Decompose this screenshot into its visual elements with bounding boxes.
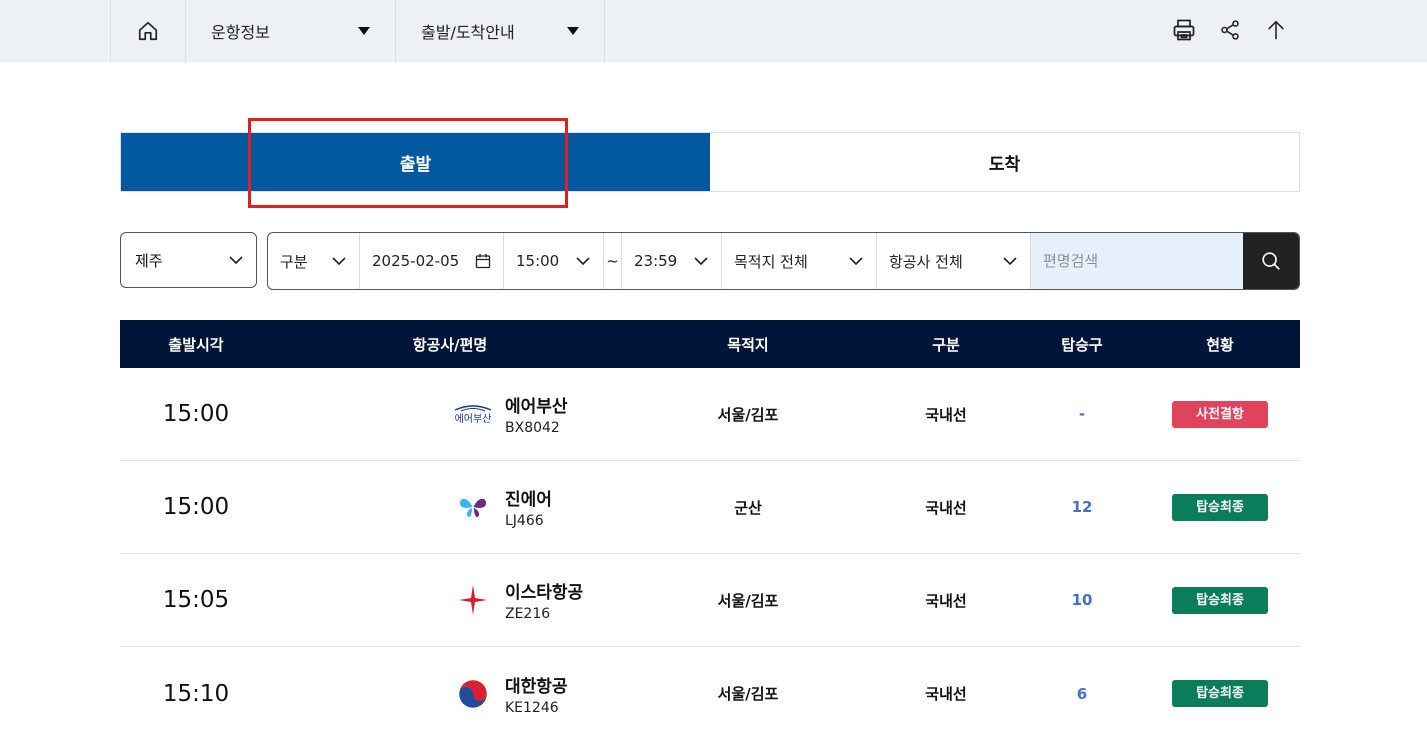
airline-name: 이스타항공 <box>505 583 584 603</box>
category-select-value: 구분 <box>280 252 308 271</box>
departure-time: 15:05 <box>162 587 230 613</box>
time-separator-text: ~ <box>606 252 619 270</box>
chevron-down-icon <box>332 257 346 266</box>
tab-arrival[interactable]: 도착 <box>710 133 1299 191</box>
airline-value: 항공사 전체 <box>889 252 963 271</box>
time-from-select[interactable]: 15:00 <box>504 233 604 289</box>
top-bar: 운항정보 출발/도착안내 <box>0 0 1427 62</box>
airport-select[interactable]: 제주 <box>120 232 257 288</box>
status-cell: 탑승최종 <box>1140 586 1300 614</box>
header-category: 구분 <box>932 335 960 354</box>
status-badge: 사전결항 <box>1172 400 1268 428</box>
header-departure-time: 출발시각 <box>168 335 224 354</box>
table-row[interactable]: 15:00 진에어 LJ466 군산 국내선 12 탑승최종 <box>120 461 1300 554</box>
departure-time: 15:00 <box>162 401 230 427</box>
destination: 서울/김포 <box>717 685 779 703</box>
chevron-down-icon <box>576 257 590 266</box>
flight-category: 국내선 <box>925 591 967 610</box>
date-picker[interactable]: 2025-02-05 <box>360 233 504 289</box>
breadcrumb-level1-label: 운항정보 <box>211 23 270 42</box>
chevron-down-icon <box>694 257 708 266</box>
search-button[interactable] <box>1243 233 1299 289</box>
share-button[interactable] <box>1217 16 1243 44</box>
time-to-value: 23:59 <box>634 252 678 270</box>
breadcrumb-level2-dropdown[interactable]: 출발/도착안내 <box>395 0 605 62</box>
destination: 군산 <box>734 498 762 517</box>
caret-down-icon <box>567 27 579 35</box>
home-button[interactable] <box>110 0 185 62</box>
print-button[interactable] <box>1171 16 1197 44</box>
eastar-jet-logo <box>450 584 496 616</box>
scroll-top-button[interactable] <box>1263 16 1289 44</box>
toolbar <box>1171 16 1289 44</box>
airline-name: 에어부산 <box>505 397 568 417</box>
flight-number: ZE216 <box>505 606 551 622</box>
airport-select-value: 제주 <box>135 251 163 270</box>
tab-departure-label: 출발 <box>399 154 432 175</box>
flight-category: 국내선 <box>925 685 967 703</box>
calendar-icon <box>475 254 491 269</box>
svg-text:에어부산: 에어부산 <box>455 413 492 425</box>
search-icon <box>1262 252 1280 270</box>
air-busan-logo: 에어부산 <box>450 402 496 426</box>
flight-category: 국내선 <box>925 498 967 517</box>
chevron-down-icon <box>1003 257 1017 266</box>
jin-air-logo <box>450 494 496 520</box>
time-range-separator: ~ <box>604 233 622 289</box>
chevron-down-icon <box>849 257 863 266</box>
flight-number: KE1246 <box>505 699 559 716</box>
flight-search-input[interactable] <box>1043 252 1231 270</box>
date-value: 2025-02-05 <box>372 252 460 270</box>
breadcrumb-level2-label: 출발/도착안내 <box>421 23 515 42</box>
header-gate: 탑승구 <box>1061 335 1103 354</box>
airline-name: 대한항공 <box>505 676 568 697</box>
filter-bar: 구분 2025-02-05 15:00 ~ 23:59 목적지 전체 항공사 전… <box>267 232 1300 290</box>
arrow-up-icon <box>1268 20 1284 40</box>
airline-name: 진에어 <box>505 490 552 510</box>
destination-select[interactable]: 목적지 전체 <box>722 233 877 289</box>
status-cell: 사전결항 <box>1140 400 1300 428</box>
gate-number: 12 <box>1071 498 1093 516</box>
tab-departure[interactable]: 출발 <box>121 133 710 191</box>
flight-number: BX8042 <box>505 420 560 436</box>
flight-search-field[interactable] <box>1031 233 1243 289</box>
header-status: 현황 <box>1206 335 1234 354</box>
table-row[interactable]: 15:00 에어부산 에어부산 BX8042 서울/김포 국내선 - 사전결항 <box>120 368 1300 461</box>
share-icon <box>1221 20 1239 40</box>
airline-select[interactable]: 항공사 전체 <box>877 233 1031 289</box>
flight-category: 국내선 <box>925 405 967 424</box>
caret-down-icon <box>358 27 370 35</box>
status-badge: 탑승최종 <box>1172 586 1268 614</box>
chevron-down-icon <box>229 256 243 265</box>
gate-number: 6 <box>1076 684 1088 703</box>
table-row[interactable]: 15:10 대한항공 KE1246 서울/김포 국내선 6 탑승최종 <box>120 647 1300 740</box>
table-row[interactable]: 15:05 이스타항공 ZE216 서울/김포 국내선 10 탑승최종 <box>120 554 1300 647</box>
departure-time: 15:10 <box>162 680 230 707</box>
time-from-value: 15:00 <box>516 252 560 270</box>
status-badge: 탑승최종 <box>1172 493 1268 521</box>
status-badge: 탑승최종 <box>1172 680 1268 707</box>
category-select[interactable]: 구분 <box>268 233 360 289</box>
flight-number: LJ466 <box>505 513 544 529</box>
header-destination: 목적지 <box>727 335 769 354</box>
status-cell: 탑승최종 <box>1140 493 1300 521</box>
breadcrumb-level1-dropdown[interactable]: 운항정보 <box>185 0 395 62</box>
destination: 서울/김포 <box>717 591 779 610</box>
destination-value: 목적지 전체 <box>734 252 808 271</box>
status-cell: 탑승최종 <box>1140 680 1300 707</box>
tab-arrival-label: 도착 <box>988 154 1021 175</box>
departure-time: 15:00 <box>162 494 230 520</box>
gate-number: 10 <box>1071 591 1093 609</box>
table-header: 출발시각 항공사/편명 목적지 구분 탑승구 현황 <box>120 320 1300 368</box>
time-to-select[interactable]: 23:59 <box>622 233 722 289</box>
home-icon <box>138 21 158 41</box>
direction-tabs: 출발 도착 <box>120 132 1300 192</box>
header-airline-flight: 항공사/편명 <box>412 335 488 354</box>
print-icon <box>1173 19 1195 41</box>
korean-air-logo <box>450 679 496 709</box>
gate-number: - <box>1078 405 1086 423</box>
destination: 서울/김포 <box>717 405 779 424</box>
